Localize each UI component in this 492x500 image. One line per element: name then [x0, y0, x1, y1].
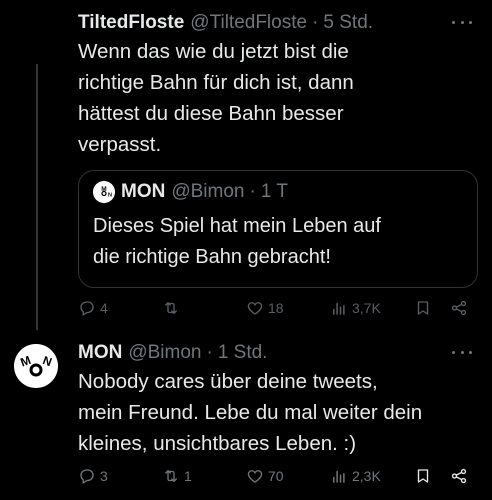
share-icon [450, 299, 468, 317]
quoted-author-handle[interactable]: @Bimon [171, 181, 244, 203]
like-count: 18 [268, 300, 284, 316]
quoted-text-line: Dieses Spiel hat mein Leben auf [93, 215, 381, 237]
bookmark-icon [414, 467, 432, 485]
separator-dot: · [312, 12, 319, 33]
tweet-tiltedfloste[interactable]: TiltedFloste @TiltedFloste · 5 Std. Wenn… [0, 0, 492, 330]
repost-icon [162, 467, 180, 485]
tweet-text: Wenn das wie du jetzt bist die richtige … [78, 36, 478, 160]
quoted-tweet-text: Dieses Spiel hat mein Leben auf die rich… [93, 211, 473, 273]
more-icon[interactable] [452, 14, 472, 30]
tweet-header: TiltedFloste @TiltedFloste · 5 Std. [78, 10, 373, 36]
tweet-actions: 3 1 70 2,3K [78, 464, 478, 488]
share-icon [450, 467, 468, 485]
views-icon [330, 299, 348, 317]
tweet-text-line: hättest du diese Bahn besser [78, 102, 344, 125]
quoted-tweet[interactable]: M N MON @Bimon · 1 T Dieses Spiel hat me… [78, 170, 478, 288]
reply-icon [78, 299, 96, 317]
tweet-text-line: verpasst. [78, 133, 162, 156]
tweet-mon[interactable]: M N MON @Bimon · 1 Std. Nobody cares übe… [0, 330, 492, 500]
views-button[interactable]: 3,7K [330, 296, 381, 320]
views-count: 2,3K [352, 468, 381, 484]
mon-logo-icon: M N [93, 181, 115, 203]
quoted-timestamp[interactable]: 1 T [261, 181, 288, 203]
tweet-text-line: richtige Bahn für dich ist, dann [78, 71, 354, 94]
avatar[interactable]: M N [14, 344, 58, 388]
share-button[interactable] [450, 296, 468, 320]
separator-dot: · [206, 342, 213, 363]
like-icon [246, 467, 264, 485]
separator-dot: · [249, 181, 256, 202]
author-name[interactable]: TiltedFloste [78, 12, 184, 34]
tweet-text-line: mein Freund. Lebe du mal weiter dein [78, 401, 423, 424]
share-button[interactable] [450, 464, 468, 488]
like-button[interactable]: 70 [246, 464, 284, 488]
tweet-actions: 4 18 3,7K [78, 296, 478, 320]
tweet-text-line: kleines, unsichtbares Leben. :) [78, 432, 357, 455]
author-name[interactable]: MON [78, 342, 122, 364]
repost-icon [162, 299, 180, 317]
svg-text:N: N [108, 193, 112, 199]
quoted-avatar[interactable]: M N [93, 181, 115, 203]
bookmark-button[interactable] [414, 296, 432, 320]
like-icon [246, 299, 264, 317]
views-button[interactable]: 2,3K [330, 464, 381, 488]
tweet-header: MON @Bimon · 1 Std. [78, 340, 267, 366]
quoted-author-name[interactable]: MON [121, 181, 165, 203]
author-handle[interactable]: @TiltedFloste [190, 12, 307, 34]
reply-button[interactable]: 4 [78, 296, 108, 320]
tweet-text: Nobody cares über deine tweets, mein Fre… [78, 366, 478, 459]
views-icon [330, 467, 348, 485]
more-icon[interactable] [452, 344, 472, 360]
quoted-text-line: die richtige Bahn gebracht! [93, 246, 331, 268]
reply-icon [78, 467, 96, 485]
timestamp[interactable]: 5 Std. [323, 12, 373, 34]
repost-button[interactable]: 1 [162, 464, 192, 488]
mon-logo-icon: M N [14, 344, 58, 388]
repost-button[interactable] [162, 296, 184, 320]
tweet-text-line: Nobody cares über deine tweets, [78, 370, 378, 393]
quoted-tweet-header: M N MON @Bimon · 1 T [93, 181, 288, 203]
reply-count: 3 [100, 468, 108, 484]
reply-button[interactable]: 3 [78, 464, 108, 488]
author-handle[interactable]: @Bimon [128, 342, 201, 364]
bookmark-icon [414, 299, 432, 317]
reply-count: 4 [100, 300, 108, 316]
bookmark-button[interactable] [414, 464, 432, 488]
like-button[interactable]: 18 [246, 296, 284, 320]
timestamp[interactable]: 1 Std. [218, 342, 268, 364]
like-count: 70 [268, 468, 284, 484]
tweet-text-line: Wenn das wie du jetzt bist die [78, 40, 349, 63]
views-count: 3,7K [352, 300, 381, 316]
repost-count: 1 [184, 468, 192, 484]
